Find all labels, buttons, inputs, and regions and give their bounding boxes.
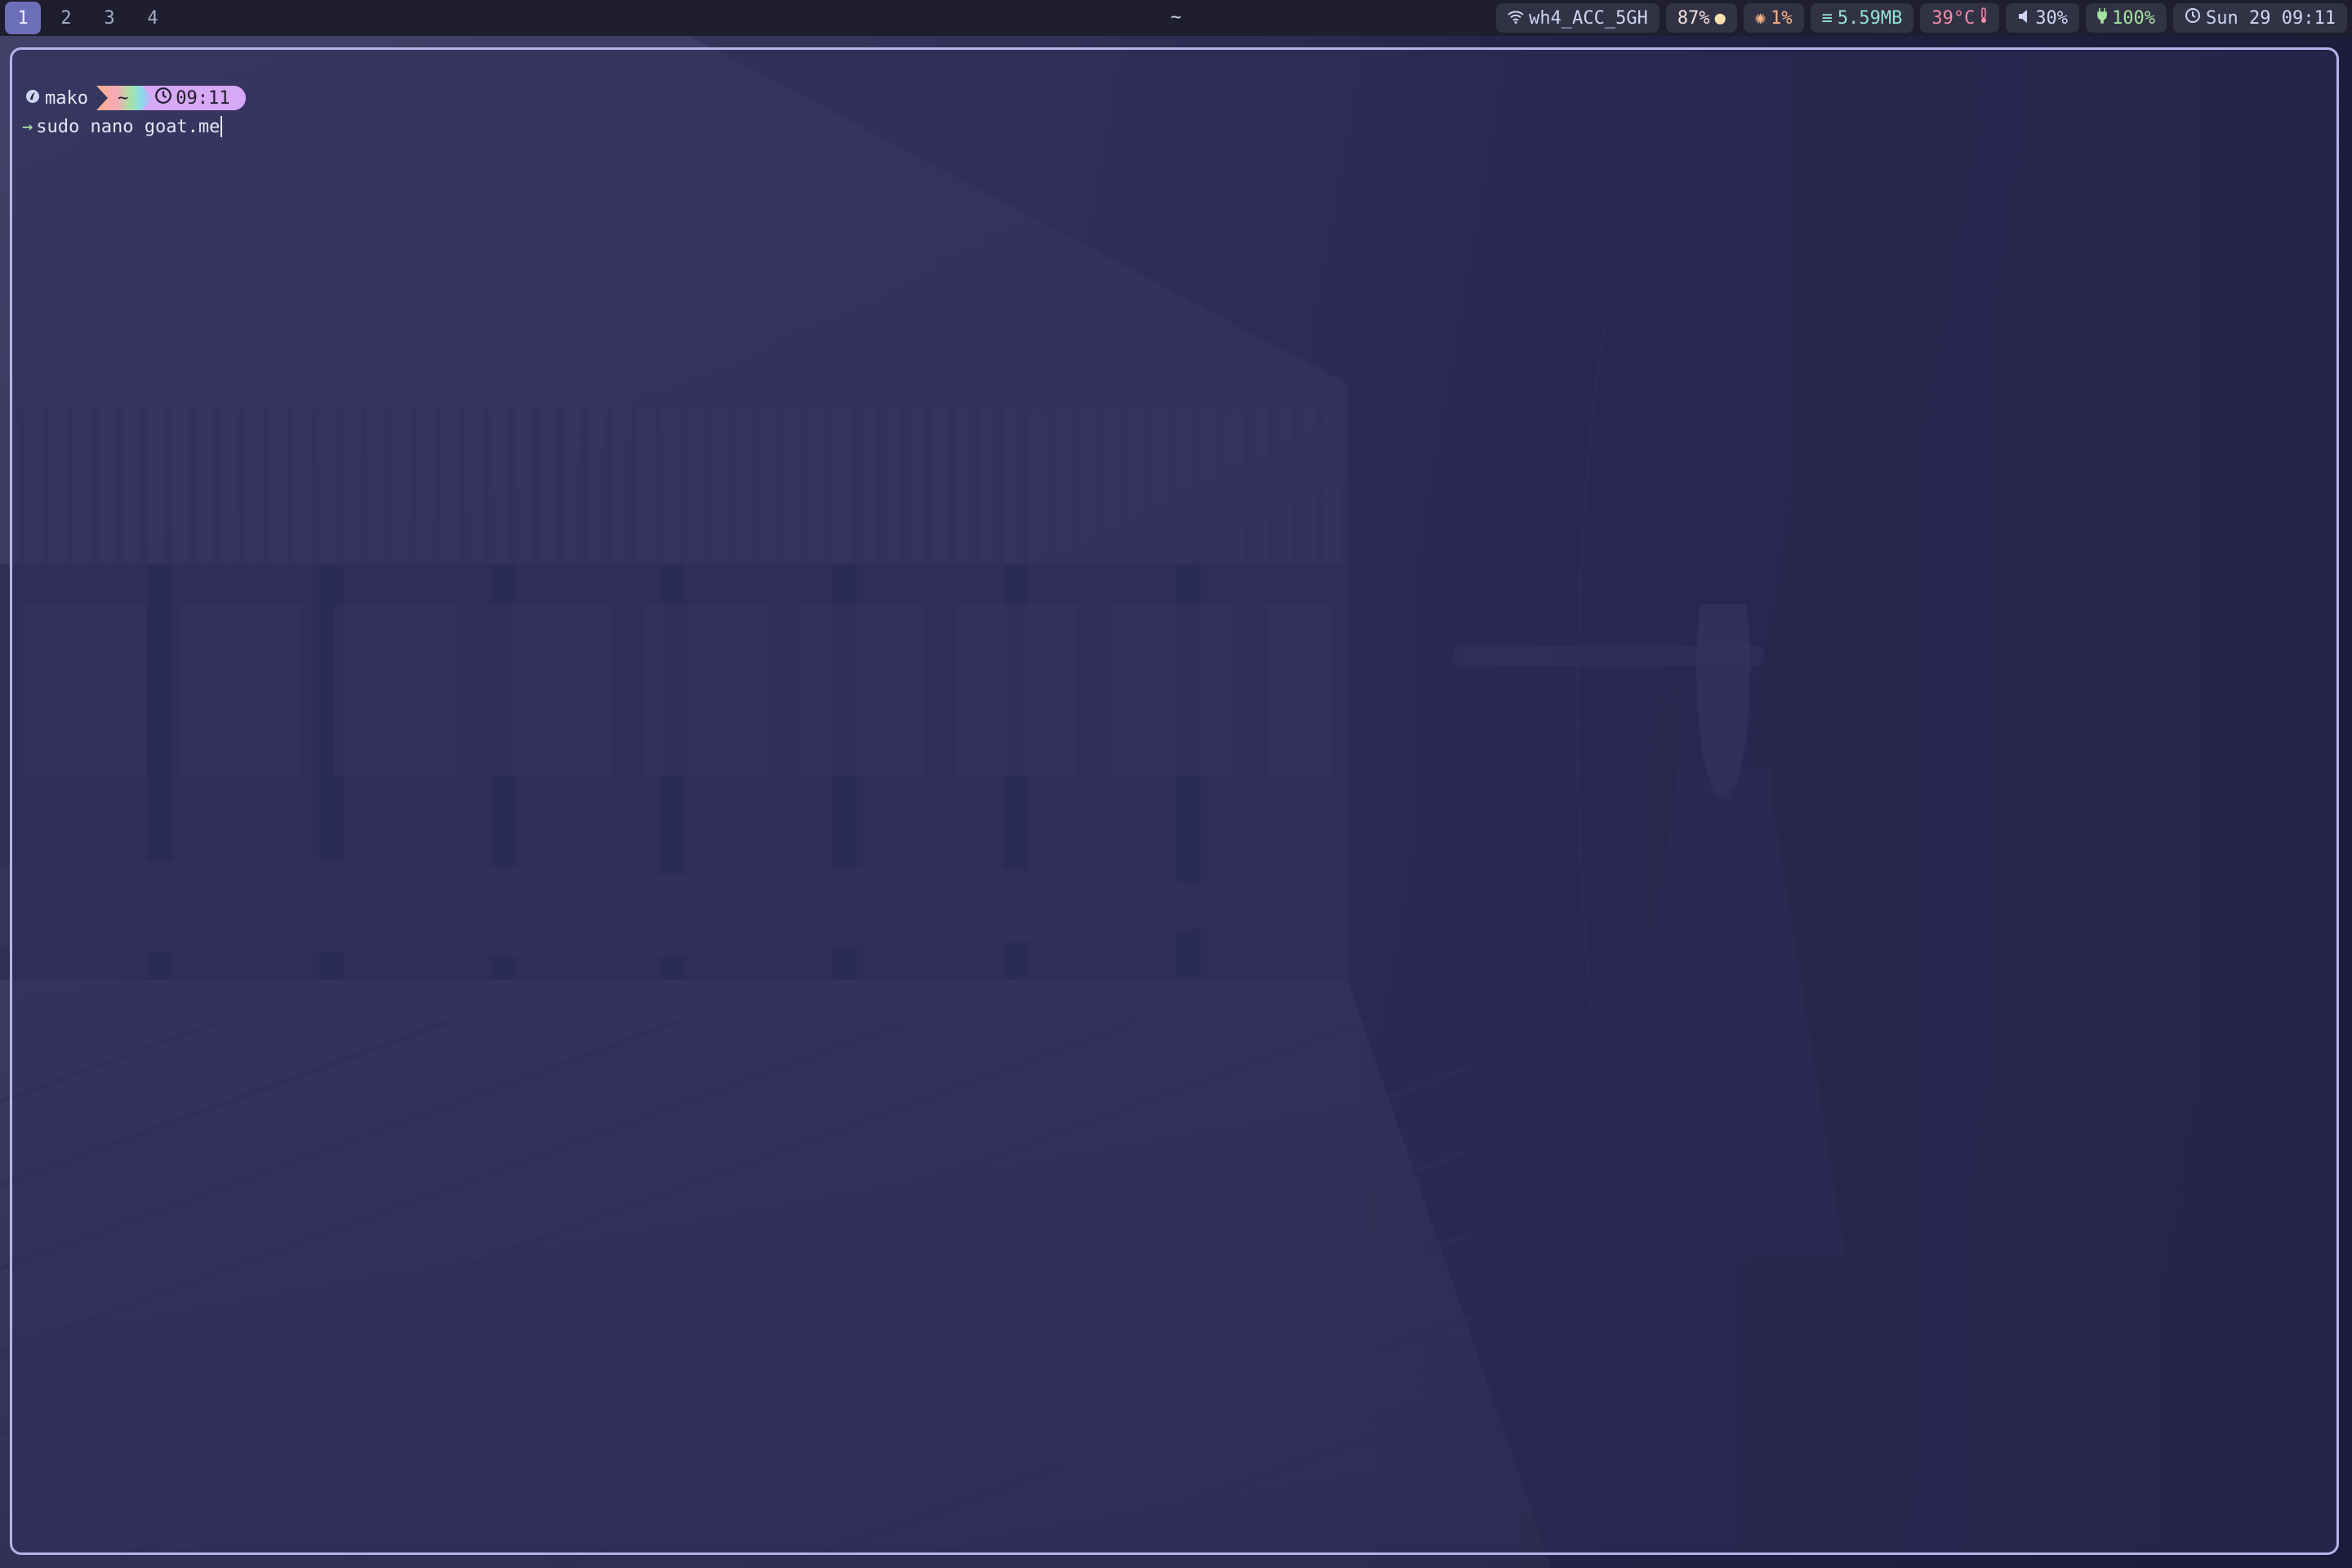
status-modules: wh4_ACC_5GH 87% ● ✺ 1% ≡ 5.59MB 39°C 30% [1496, 3, 2347, 33]
wifi-network-label: wh4_ACC_5GH [1529, 7, 1648, 29]
command-text: sudo nano goat.me [36, 116, 220, 137]
temperature-module[interactable]: 39°C [1920, 3, 2000, 33]
clock-module[interactable]: Sun 29 09:11 [2173, 3, 2347, 33]
text-cursor [220, 116, 223, 137]
workspace-switcher: 1 2 3 4 [0, 0, 171, 36]
cpu-icon: ✺ [1754, 7, 1766, 29]
memory-icon: ≡ [1821, 7, 1833, 29]
temperature-value: 39°C [1931, 7, 1976, 29]
thermometer-icon [1980, 7, 1988, 29]
command-line[interactable]: → sudo nano goat.me [22, 114, 223, 140]
clock-value: Sun 29 09:11 [2206, 7, 2336, 29]
prompt-time-segment: 09:11 [141, 86, 247, 110]
battery-module[interactable]: 100% [2086, 3, 2167, 33]
clock-icon [154, 87, 172, 109]
volume-module[interactable]: 30% [2006, 3, 2080, 33]
prompt-directory: ~ [117, 87, 129, 109]
workspace-4-button[interactable]: 4 [135, 2, 171, 34]
battery-icon [2097, 7, 2107, 29]
cpu-module[interactable]: ✺ 1% [1743, 3, 1804, 33]
workspace-1-button[interactable]: 1 [5, 2, 41, 34]
prompt-directory-segment: ~ [96, 86, 153, 110]
brightness-value: 87% [1677, 7, 1710, 29]
shell-prompt: mako ~ 09:11 [25, 86, 247, 110]
brightness-module[interactable]: 87% ● [1665, 3, 1737, 33]
battery-value: 100% [2112, 7, 2156, 29]
prompt-username: mako [45, 87, 88, 109]
workspace-2-button[interactable]: 2 [48, 2, 84, 34]
user-icon [25, 88, 40, 109]
workspace-3-button[interactable]: 3 [91, 2, 127, 34]
clock-icon [2185, 7, 2201, 29]
wifi-icon [1508, 8, 1524, 29]
top-bar: 1 2 3 4 ~ wh4_ACC_5GH 87% ● ✺ 1% ≡ 5.59M… [0, 0, 2352, 36]
brightness-icon: ● [1714, 7, 1726, 29]
volume-value: 30% [2035, 7, 2069, 29]
prompt-time: 09:11 [176, 87, 230, 109]
wifi-module[interactable]: wh4_ACC_5GH [1496, 3, 1659, 33]
memory-module[interactable]: ≡ 5.59MB [1810, 3, 1914, 33]
window-title: ~ [1170, 7, 1182, 28]
memory-value: 5.59MB [1837, 7, 1903, 29]
prompt-arrow-icon: → [22, 116, 33, 137]
volume-icon [2017, 8, 2030, 29]
cpu-value: 1% [1771, 7, 1793, 29]
terminal-window[interactable]: mako ~ 09:11 → sudo nano goat.me [10, 47, 2339, 1555]
prompt-user-segment: mako [25, 88, 96, 109]
